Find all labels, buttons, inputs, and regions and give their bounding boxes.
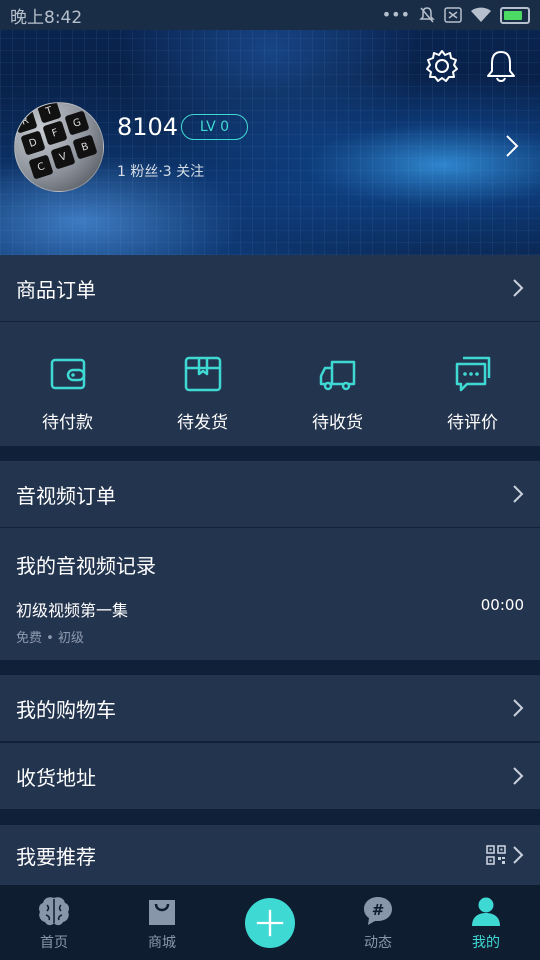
chevron-right-icon <box>513 485 524 503</box>
chevron-right-icon[interactable] <box>505 134 519 158</box>
status-time: 晚上8:42 <box>10 7 83 28</box>
svg-text:#: # <box>372 901 385 919</box>
order-pending-shipment[interactable]: 待发货 <box>135 322 270 446</box>
nav-label: 商城 <box>148 935 176 951</box>
av-records-section: 我的音视频记录 初级视频第一集 00:00 免费 • 初级 <box>0 528 540 660</box>
mute-bell-icon <box>419 7 435 23</box>
brain-icon <box>39 897 69 926</box>
bottom-nav: 首页 商城 # 动态 我的 <box>0 885 540 960</box>
gear-icon[interactable] <box>424 48 460 84</box>
product-orders-row[interactable]: 商品订单 <box>0 255 540 321</box>
divider <box>0 741 540 742</box>
nav-feed[interactable]: # 动态 <box>324 885 432 960</box>
order-pending-payment[interactable]: 待付款 <box>0 322 135 446</box>
record-meta: 免费 • 初级 <box>16 631 84 646</box>
order-label: 待评价 <box>447 413 498 433</box>
sim-icon <box>444 7 462 23</box>
hashtag-icon: # <box>364 897 392 925</box>
avatar[interactable]: D F G C V B R T <box>14 102 104 192</box>
user-icon <box>472 897 500 926</box>
shopping-bag-icon <box>149 900 175 925</box>
wallet-icon <box>50 358 85 390</box>
recommend-actions <box>486 845 524 865</box>
chat-bubble-icon <box>455 356 490 392</box>
package-icon <box>184 356 221 392</box>
nav-label: 动态 <box>364 935 392 951</box>
cart-title: 我的购物车 <box>16 697 116 722</box>
order-pending-receipt[interactable]: 待收货 <box>270 322 405 446</box>
record-item-name[interactable]: 初级视频第一集 <box>16 597 128 621</box>
bell-icon[interactable] <box>484 48 518 84</box>
truck-icon <box>319 360 355 391</box>
nav-mine[interactable]: 我的 <box>432 885 540 960</box>
qr-code-icon <box>486 845 506 865</box>
address-title: 收货地址 <box>16 765 96 790</box>
nav-home[interactable]: 首页 <box>0 885 108 960</box>
av-records-title: 我的音视频记录 <box>16 554 156 578</box>
follow-stats[interactable]: 1 粉丝·3 关注 <box>117 161 204 181</box>
plus-icon <box>256 909 284 937</box>
username: 8104 <box>117 113 179 141</box>
wifi-icon <box>471 7 491 22</box>
recommend-title: 我要推荐 <box>16 844 96 869</box>
order-status-grid: 待付款 待发货 待收货 待评价 <box>0 322 540 446</box>
nav-label: 首页 <box>40 935 68 951</box>
order-label: 待发货 <box>177 413 228 433</box>
order-pending-review[interactable]: 待评价 <box>405 322 540 446</box>
profile-header[interactable]: D F G C V B R T 8104 LV 0 1 粉丝·3 关注 <box>0 30 540 255</box>
av-orders-row[interactable]: 音视频订单 <box>0 461 540 527</box>
order-label: 待付款 <box>42 413 93 433</box>
product-orders-title: 商品订单 <box>16 277 96 302</box>
av-orders-title: 音视频订单 <box>16 483 116 508</box>
chevron-right-icon <box>513 846 524 864</box>
nav-label: 我的 <box>472 935 500 951</box>
chevron-right-icon <box>513 279 524 297</box>
publish-button[interactable] <box>245 898 295 948</box>
address-row[interactable]: 收货地址 <box>0 743 540 809</box>
battery-icon <box>500 6 530 24</box>
recommend-row[interactable]: 我要推荐 <box>0 825 540 885</box>
cart-row[interactable]: 我的购物车 <box>0 675 540 741</box>
status-icons: ••• <box>382 6 530 24</box>
more-dots-icon: ••• <box>381 5 410 24</box>
nav-mall[interactable]: 商城 <box>108 885 216 960</box>
nav-publish[interactable] <box>216 885 324 960</box>
order-label: 待收货 <box>312 413 363 433</box>
chevron-right-icon <box>513 767 524 785</box>
status-bar: 晚上8:42 ••• <box>0 0 540 30</box>
chevron-right-icon <box>513 699 524 717</box>
record-duration: 00:00 <box>480 596 524 614</box>
level-badge: LV 0 <box>181 114 248 140</box>
